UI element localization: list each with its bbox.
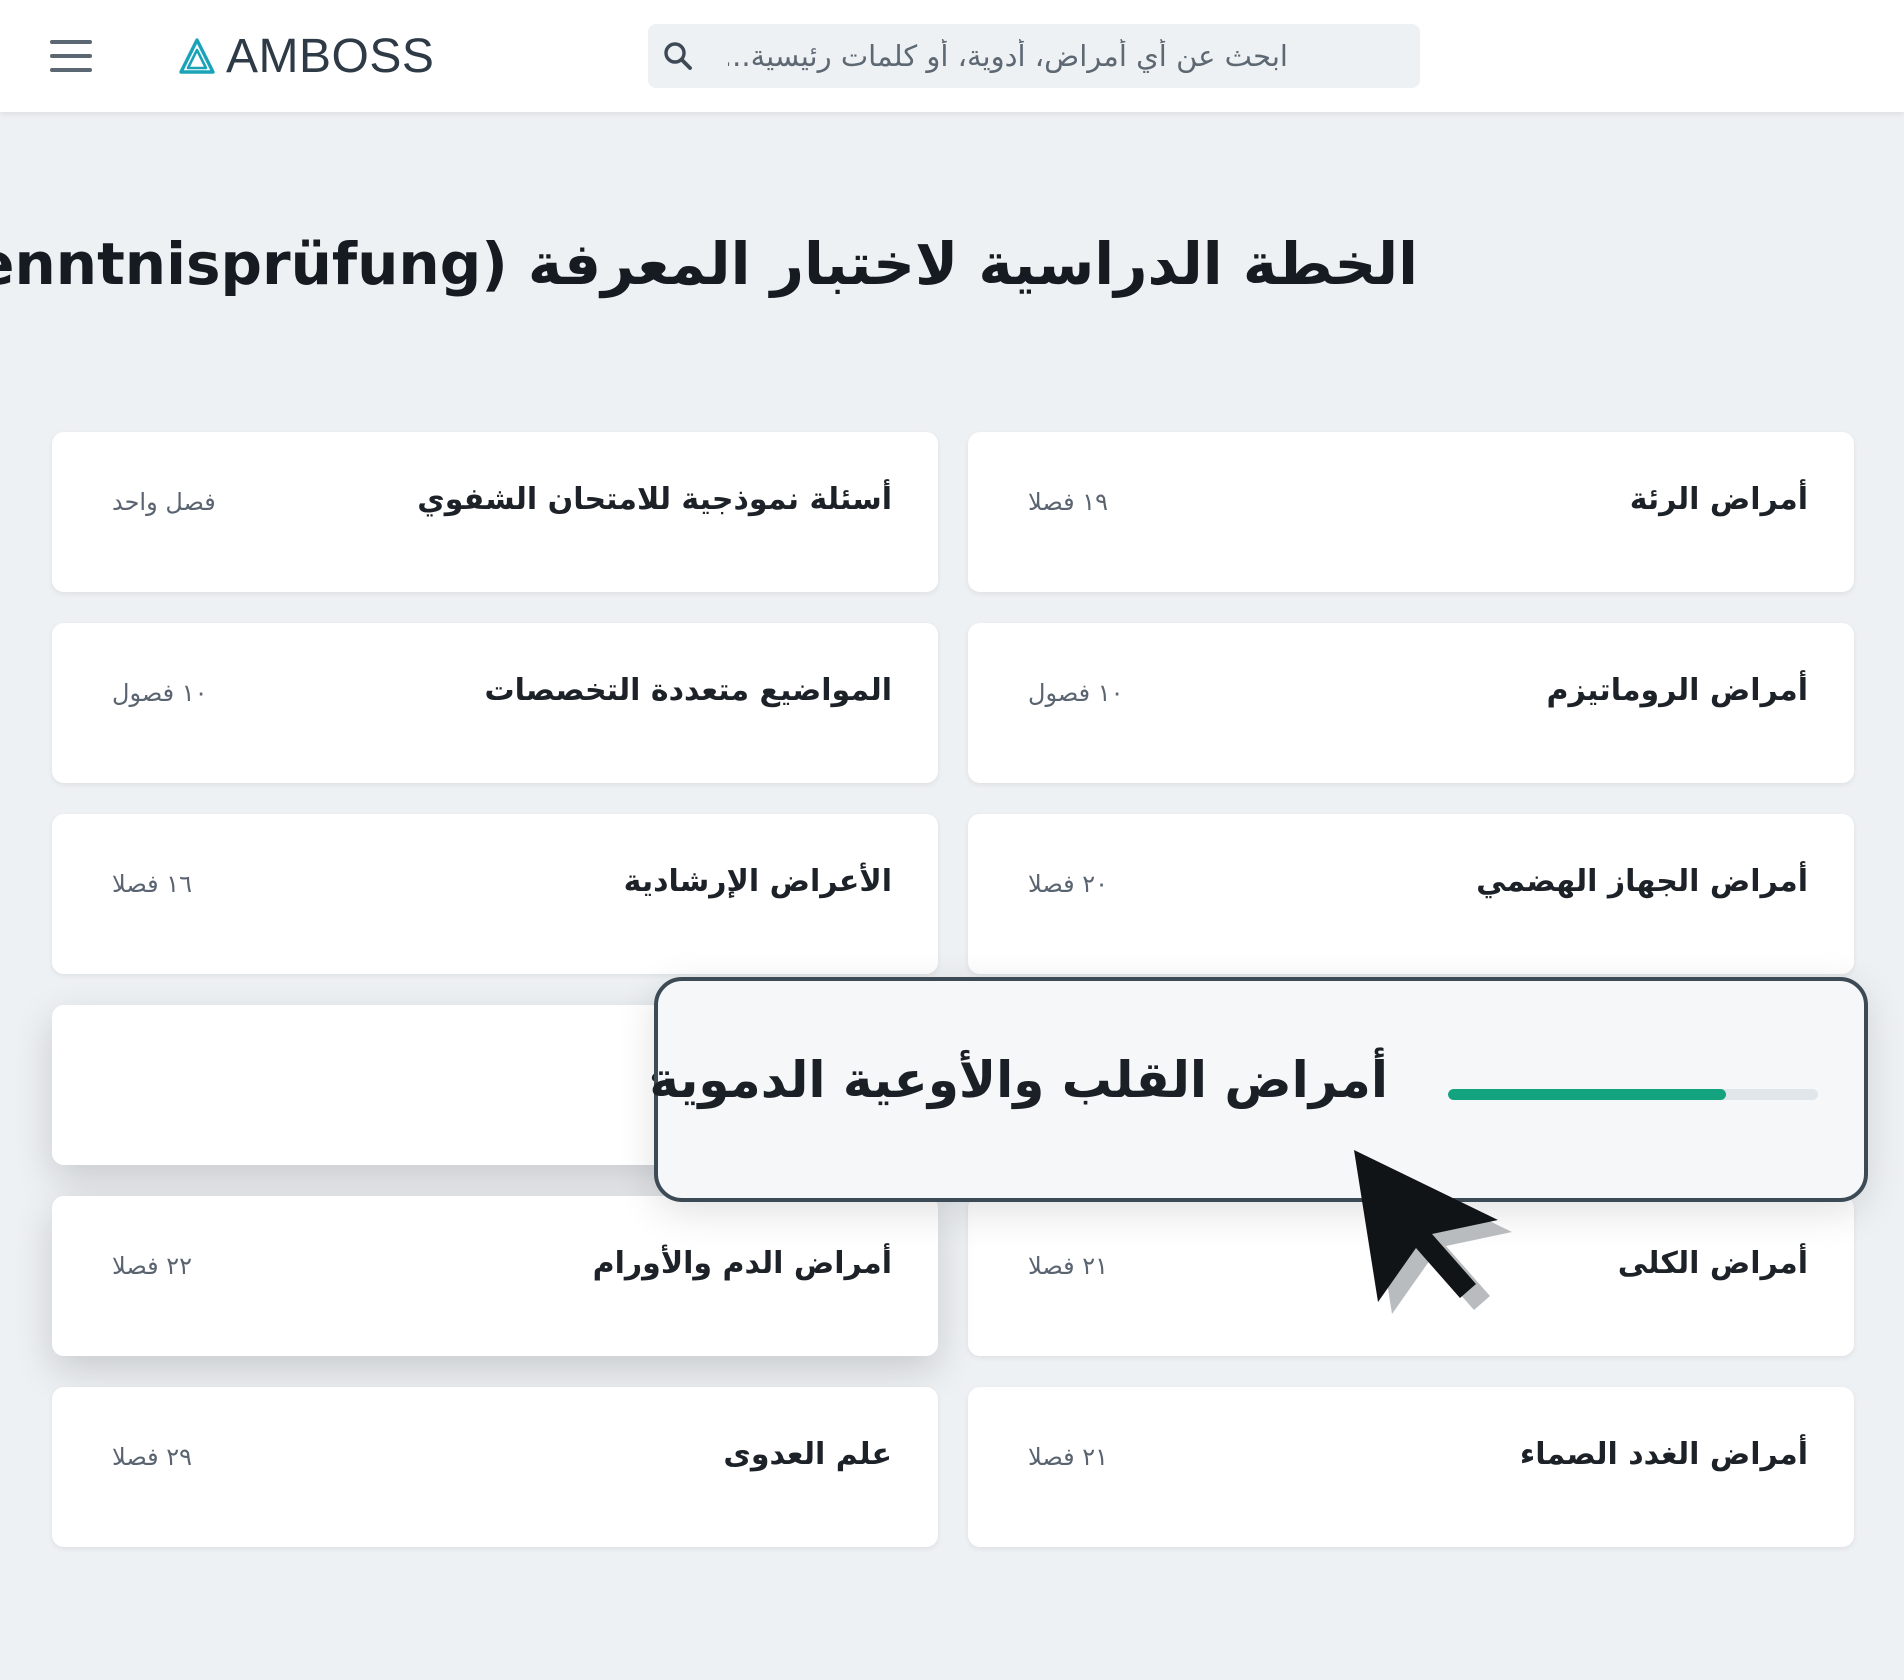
card-leading-symptoms[interactable]: الأعراض الإرشادية ١٦ فصلا (52, 814, 938, 974)
card-title: الأعراض الإرشادية (623, 864, 892, 899)
card-chapter-count: ٢١ فصلا (1028, 1252, 1109, 1280)
card-chapter-count: ١٦ فصلا (112, 870, 193, 898)
search-input[interactable] (728, 39, 1288, 73)
card-hematology-oncology[interactable]: أمراض الدم والأورام ٢٢ فصلا (52, 1196, 938, 1356)
card-title: أمراض الروماتيزم (1546, 673, 1808, 708)
card-gastroenterology[interactable]: أمراض الجهاز الهضمي ٢٠ فصلا (968, 814, 1854, 974)
page-title: الخطة الدراسية لاختبار المعرفة (Kenntnis… (0, 230, 1418, 298)
card-chapter-count: ٢١ فصلا (1028, 1443, 1109, 1471)
card-chapter-count: ٢٩ فصلا (112, 1443, 193, 1471)
logo-text: AMBOSS (226, 29, 435, 83)
amboss-logo[interactable]: AMBOSS (178, 29, 435, 83)
card-chapter-count: ٢٠ فصلا (1028, 870, 1109, 898)
search-bar[interactable] (648, 24, 1420, 88)
card-chapter-count: فصل واحد (112, 488, 216, 516)
card-oral-exam-questions[interactable]: أسئلة نموذجية للامتحان الشفوي فصل واحد (52, 432, 938, 592)
card-chapter-count: ٢٢ فصلا (112, 1252, 193, 1280)
card-title: أمراض الكلى (1617, 1246, 1808, 1281)
card-endocrinology[interactable]: أمراض الغدد الصماء ٢١ فصلا (968, 1387, 1854, 1547)
card-rheumatology[interactable]: أمراض الروماتيزم ١٠ فصول (968, 623, 1854, 783)
card-title: المواضيع متعددة التخصصات (484, 673, 892, 708)
card-chapter-count: ١٩ فصلا (1028, 488, 1109, 516)
progress-bar (1448, 1089, 1818, 1100)
menu-icon[interactable] (50, 40, 92, 72)
card-cardiology-highlighted[interactable]: أمراض القلب والأوعية الدموية (649, 977, 1868, 1202)
card-title: أمراض الدم والأورام (592, 1246, 892, 1281)
card-title: أمراض الرئة (1629, 482, 1808, 517)
amboss-logo-icon (179, 38, 215, 74)
card-chapter-count: ١٠ فصول (112, 679, 208, 707)
card-title: علم العدوى (723, 1437, 892, 1472)
highlight-title: أمراض القلب والأوعية الدموية (649, 1051, 1388, 1109)
card-infectiology[interactable]: علم العدوى ٢٩ فصلا (52, 1387, 938, 1547)
card-chapter-count: ١٠ فصول (1028, 679, 1124, 707)
card-title: أمراض الجهاز الهضمي (1476, 864, 1808, 899)
progress-fill (1448, 1089, 1726, 1100)
card-nephrology[interactable]: أمراض الكلى ٢١ فصلا (968, 1196, 1854, 1356)
card-title: أمراض الغدد الصماء (1519, 1437, 1808, 1472)
search-icon (664, 42, 692, 70)
top-bar: AMBOSS (0, 0, 1904, 112)
card-lung-diseases[interactable]: أمراض الرئة ١٩ فصلا (968, 432, 1854, 592)
card-interdisciplinary-topics[interactable]: المواضيع متعددة التخصصات ١٠ فصول (52, 623, 938, 783)
